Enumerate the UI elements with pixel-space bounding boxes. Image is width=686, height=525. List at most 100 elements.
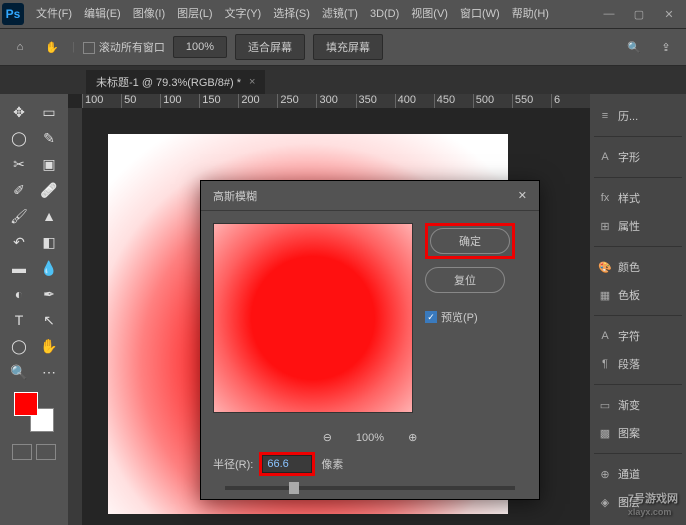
shape-tool[interactable]: ◯	[5, 334, 33, 358]
share-icon[interactable]: ⇪	[654, 35, 678, 59]
blur-tool[interactable]: 💧	[35, 256, 63, 280]
pen-tool[interactable]: ✒	[35, 282, 63, 306]
history-brush-tool[interactable]: ↶	[5, 230, 33, 254]
menu-filter[interactable]: 滤镜(T)	[316, 0, 364, 28]
edit-toolbar[interactable]: ⋯	[35, 360, 63, 384]
ok-button[interactable]: 确定	[430, 228, 510, 254]
zoom-field[interactable]: 100%	[173, 36, 227, 58]
swatches-icon: ▦	[598, 289, 612, 302]
panel-color[interactable]: 🎨颜色	[594, 253, 682, 281]
panel-dock: ≡历... A字形 fx样式 ⊞属性 🎨颜色 ▦色板 A字符 ¶段落 ▭渐变 ▩…	[590, 94, 686, 525]
panel-styles[interactable]: fx样式	[594, 184, 682, 212]
screen-mode[interactable]	[36, 444, 56, 460]
menu-edit[interactable]: 编辑(E)	[78, 0, 127, 28]
checkbox-icon: ✓	[425, 311, 437, 323]
styles-icon: fx	[598, 192, 612, 204]
menu-help[interactable]: 帮助(H)	[506, 0, 555, 28]
panel-character[interactable]: A字符	[594, 322, 682, 350]
fit-screen-button[interactable]: 适合屏幕	[235, 34, 305, 60]
panel-channels[interactable]: ⊕通道	[594, 460, 682, 488]
dialog-title: 高斯模糊	[213, 188, 257, 204]
zoom-tool[interactable]: 🔍	[5, 360, 33, 384]
radius-unit: 像素	[321, 456, 343, 472]
tab-close-icon[interactable]: ×	[249, 76, 255, 88]
menu-3d[interactable]: 3D(D)	[364, 0, 405, 28]
minimize-button[interactable]: —	[594, 0, 624, 28]
paragraph-icon: ¶	[598, 358, 612, 370]
watermark: 7号游戏网 xlayx.com	[628, 486, 678, 517]
menu-image[interactable]: 图像(I)	[127, 0, 171, 28]
eyedropper-tool[interactable]: ✐	[5, 178, 33, 202]
properties-icon: ⊞	[598, 220, 612, 233]
quick-mask[interactable]	[12, 444, 32, 460]
dialog-titlebar[interactable]: 高斯模糊 ✕	[201, 181, 539, 211]
vertical-ruler	[68, 108, 82, 525]
document-tab[interactable]: 未标题-1 @ 79.3%(RGB/8#) * ×	[86, 70, 265, 94]
lasso-tool[interactable]: ◯	[5, 126, 33, 150]
path-tool[interactable]: ↖	[35, 308, 63, 332]
fill-screen-button[interactable]: 填充屏幕	[313, 34, 383, 60]
hand-tool-icon[interactable]: ✋	[40, 35, 64, 59]
character-icon: A	[598, 330, 612, 342]
menu-select[interactable]: 选择(S)	[267, 0, 316, 28]
frame-tool[interactable]: ▣	[35, 152, 63, 176]
glyphs-icon: A	[598, 151, 612, 163]
brush-tool[interactable]: 🖌	[5, 204, 33, 228]
marquee-tool[interactable]: ▭	[35, 100, 63, 124]
panel-properties[interactable]: ⊞属性	[594, 212, 682, 240]
menu-type[interactable]: 文字(Y)	[219, 0, 268, 28]
radius-input[interactable]	[262, 455, 312, 473]
panel-patterns[interactable]: ▩图案	[594, 419, 682, 447]
dodge-tool[interactable]: ◐	[5, 282, 33, 306]
preview-zoom: 100%	[356, 432, 384, 444]
app-logo: Ps	[2, 3, 24, 25]
layers-icon: ◈	[598, 496, 612, 509]
menubar: Ps 文件(F) 编辑(E) 图像(I) 图层(L) 文字(Y) 选择(S) 滤…	[0, 0, 686, 28]
eraser-tool[interactable]: ◧	[35, 230, 63, 254]
menu-layer[interactable]: 图层(L)	[171, 0, 218, 28]
gradients-icon: ▭	[598, 399, 612, 412]
zoom-out-icon[interactable]: ⊖	[323, 431, 332, 444]
panel-history[interactable]: ≡历...	[594, 102, 682, 130]
home-icon[interactable]: ⌂	[8, 35, 32, 59]
search-icon[interactable]: 🔍	[622, 35, 646, 59]
panel-swatches[interactable]: ▦色板	[594, 281, 682, 309]
toolbox: ✥ ▭ ◯ ✎ ✂ ▣ ✐ 🩹 🖌 ▲ ↶ ◧ ▬ 💧 ◐ ✒ T ↖ ◯ ✋ …	[0, 94, 68, 525]
type-tool[interactable]: T	[5, 308, 33, 332]
options-bar: ⌂ ✋ | 滚动所有窗口 100% 适合屏幕 填充屏幕 🔍 ⇪	[0, 28, 686, 66]
maximize-button[interactable]: ▢	[624, 0, 654, 28]
highlight-radius	[259, 452, 315, 476]
history-icon: ≡	[598, 110, 612, 122]
quick-select-tool[interactable]: ✎	[35, 126, 63, 150]
preview-checkbox[interactable]: ✓ 预览(P)	[425, 309, 515, 325]
stamp-tool[interactable]: ▲	[35, 204, 63, 228]
dialog-close-icon[interactable]: ✕	[518, 189, 527, 202]
hand-tool[interactable]: ✋	[35, 334, 63, 358]
patterns-icon: ▩	[598, 427, 612, 440]
slider-thumb[interactable]	[289, 482, 299, 494]
reset-button[interactable]: 复位	[425, 267, 505, 293]
horizontal-ruler: 100501001502002503003504004505005506	[82, 94, 590, 108]
menu-view[interactable]: 视图(V)	[405, 0, 454, 28]
move-tool[interactable]: ✥	[5, 100, 33, 124]
heal-tool[interactable]: 🩹	[35, 178, 63, 202]
tab-title: 未标题-1 @ 79.3%(RGB/8#) *	[96, 74, 241, 90]
scroll-all-checkbox[interactable]: 滚动所有窗口	[83, 39, 165, 55]
panel-paragraph[interactable]: ¶段落	[594, 350, 682, 378]
zoom-in-icon[interactable]: ⊕	[408, 431, 417, 444]
panel-gradients[interactable]: ▭渐变	[594, 391, 682, 419]
color-swatches[interactable]	[14, 392, 54, 432]
panel-glyphs[interactable]: A字形	[594, 143, 682, 171]
menu-file[interactable]: 文件(F)	[30, 0, 78, 28]
channels-icon: ⊕	[598, 468, 612, 481]
gradient-tool[interactable]: ▬	[5, 256, 33, 280]
foreground-color[interactable]	[14, 392, 38, 416]
radius-slider[interactable]	[225, 486, 515, 490]
filter-preview[interactable]	[213, 223, 413, 413]
color-icon: 🎨	[598, 261, 612, 274]
close-button[interactable]: ✕	[654, 0, 684, 28]
crop-tool[interactable]: ✂	[5, 152, 33, 176]
menu-window[interactable]: 窗口(W)	[454, 0, 506, 28]
highlight-ok: 确定	[425, 223, 515, 259]
radius-label: 半径(R):	[213, 456, 253, 472]
